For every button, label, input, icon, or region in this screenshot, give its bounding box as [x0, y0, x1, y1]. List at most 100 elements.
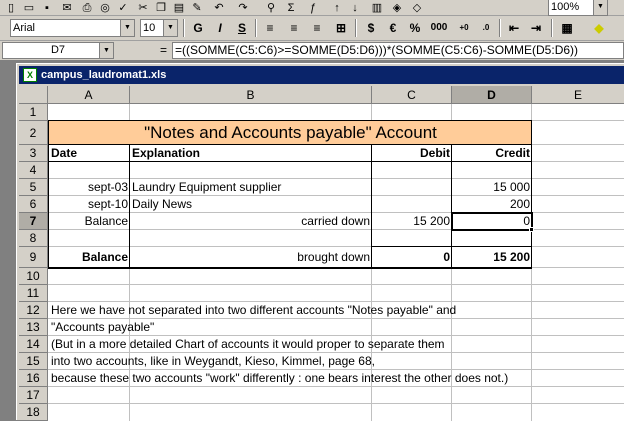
chart-wizard-icon[interactable]: ▥ [368, 0, 386, 16]
open-icon[interactable]: ▭ [20, 0, 38, 16]
currency-style-icon[interactable]: $ [360, 19, 382, 37]
font-size-dropdown[interactable]: 10 ▼ [140, 19, 178, 37]
row-header[interactable]: 18 [19, 404, 48, 421]
row-header[interactable]: 9 [19, 247, 48, 268]
separator [183, 19, 185, 37]
align-left-icon[interactable]: ≡ [259, 19, 281, 37]
cell-c7[interactable]: 15 200 [372, 213, 452, 229]
undo-icon[interactable]: ↶ [210, 0, 228, 16]
cell-a7[interactable]: Balance [49, 213, 130, 229]
cell-reference: D7 [50, 44, 66, 56]
thousands-button[interactable]: 000 [426, 19, 452, 37]
percent-button[interactable]: % [404, 19, 426, 37]
spelling-icon[interactable]: ✓ [114, 0, 132, 16]
cell-d9[interactable]: 15 200 [452, 249, 532, 265]
cell-a9[interactable]: Balance [49, 249, 130, 265]
sort-descending-icon[interactable]: ↓ [346, 0, 364, 16]
note-line[interactable]: because these two accounts "work" differ… [51, 370, 508, 386]
cut-icon[interactable]: ✂ [134, 0, 152, 16]
cell-d5[interactable]: 15 000 [452, 179, 532, 195]
paste-icon[interactable]: ▤ [170, 0, 188, 16]
decrease-decimal-icon[interactable]: .0 [475, 19, 497, 37]
euro-button[interactable]: € [382, 19, 404, 37]
font-name-dropdown[interactable]: Arial ▼ [10, 19, 135, 37]
header-credit[interactable]: Credit [452, 145, 532, 161]
formula-input[interactable]: =((SOMME(C5:C6)>=SOMME(D5:D6)))*(SOMME(C… [172, 42, 624, 59]
column-header-b[interactable]: B [130, 86, 372, 104]
row-header[interactable]: 17 [19, 387, 48, 404]
cell-b7[interactable]: carried down [130, 213, 372, 229]
note-line[interactable]: "Accounts payable" [51, 319, 154, 335]
formatting-toolbar: Arial ▼ 10 ▼ G I S ≡ ≡ ≡ ⊞ $ € % 000 +0 … [0, 16, 624, 41]
note-line[interactable]: into two accounts, like in Weygandt, Kie… [51, 353, 375, 369]
function-icon[interactable]: ƒ [304, 0, 322, 16]
header-date[interactable]: Date [51, 145, 77, 161]
row-header[interactable]: 15 [19, 353, 48, 370]
increase-decimal-icon[interactable]: +0 [453, 19, 475, 37]
cell-a5[interactable]: sept-03 [49, 179, 130, 195]
name-box[interactable]: D7 ▼ [2, 42, 114, 59]
autosum-icon[interactable]: Σ [282, 0, 300, 16]
column-header-c[interactable]: C [372, 86, 452, 104]
row-header[interactable]: 11 [19, 285, 48, 302]
table-border [48, 120, 532, 121]
row-header[interactable]: 1 [19, 104, 48, 121]
underline-button[interactable]: S [231, 19, 253, 37]
column-header-e[interactable]: E [532, 86, 624, 104]
row-header[interactable]: 16 [19, 370, 48, 387]
row-header[interactable]: 3 [19, 145, 48, 162]
cell-b6[interactable]: Daily News [132, 196, 192, 212]
header-explanation[interactable]: Explanation [132, 145, 200, 161]
decrease-indent-icon[interactable]: ⇤ [503, 19, 525, 37]
increase-indent-icon[interactable]: ⇥ [525, 19, 547, 37]
window-titlebar[interactable]: X campus_laudromat1.xls [19, 66, 624, 84]
row-header[interactable]: 10 [19, 268, 48, 285]
bold-button[interactable]: G [187, 19, 209, 37]
cell-b5[interactable]: Laundry Equipment supplier [132, 179, 281, 195]
row-header[interactable]: 4 [19, 162, 48, 179]
row-header[interactable]: 7 [19, 213, 48, 230]
merge-center-icon[interactable]: ⊞ [330, 19, 352, 37]
header-debit[interactable]: Debit [372, 145, 452, 161]
note-line[interactable]: Here we have not separated into two diff… [51, 302, 456, 318]
cell-d6[interactable]: 200 [452, 196, 532, 212]
row-header[interactable]: 6 [19, 196, 48, 213]
row-header[interactable]: 2 [19, 121, 48, 145]
row-header[interactable]: 5 [19, 179, 48, 196]
new-icon[interactable]: ▯ [2, 0, 20, 16]
email-icon[interactable]: ✉ [58, 0, 76, 16]
column-header-a[interactable]: A [48, 86, 130, 104]
cell-b9[interactable]: brought down [130, 249, 372, 265]
row-header[interactable]: 8 [19, 230, 48, 247]
align-right-icon[interactable]: ≡ [306, 19, 328, 37]
sort-ascending-icon[interactable]: ↑ [328, 0, 346, 16]
borders-icon[interactable]: ▦ [556, 19, 578, 37]
print-icon[interactable]: ⎙ [78, 0, 96, 16]
fill-handle[interactable] [529, 227, 534, 232]
active-cell-selection[interactable] [451, 212, 533, 231]
zoom-dropdown[interactable]: 100% ▼ [548, 0, 608, 16]
separator [355, 19, 357, 37]
fill-color-icon[interactable]: ◆ [588, 19, 610, 37]
copy-icon[interactable]: ❐ [152, 0, 170, 16]
row-header[interactable]: 13 [19, 319, 48, 336]
cell-a6[interactable]: sept-10 [49, 196, 130, 212]
save-icon[interactable]: ▪ [38, 0, 56, 16]
map-icon[interactable]: ◈ [388, 0, 406, 16]
column-header-d[interactable]: D [452, 86, 532, 104]
gridline [48, 284, 624, 285]
align-center-icon[interactable]: ≡ [283, 19, 305, 37]
formula-bar: D7 ▼ = =((SOMME(C5:C6)>=SOMME(D5:D6)))*(… [0, 41, 624, 61]
redo-icon[interactable]: ↷ [234, 0, 252, 16]
format-painter-icon[interactable]: ✎ [188, 0, 206, 16]
row-header[interactable]: 14 [19, 336, 48, 353]
drawing-icon[interactable]: ◇ [408, 0, 426, 16]
hyperlink-icon[interactable]: ⚲ [262, 0, 280, 16]
select-all-corner[interactable] [19, 86, 48, 104]
print-preview-icon[interactable]: ◎ [96, 0, 114, 16]
note-line[interactable]: (But in a more detailed Chart of account… [51, 336, 445, 352]
row-header[interactable]: 12 [19, 302, 48, 319]
account-title[interactable]: "Notes and Accounts payable" Account [49, 121, 532, 144]
italic-button[interactable]: I [209, 19, 231, 37]
cell-c9[interactable]: 0 [372, 249, 452, 265]
